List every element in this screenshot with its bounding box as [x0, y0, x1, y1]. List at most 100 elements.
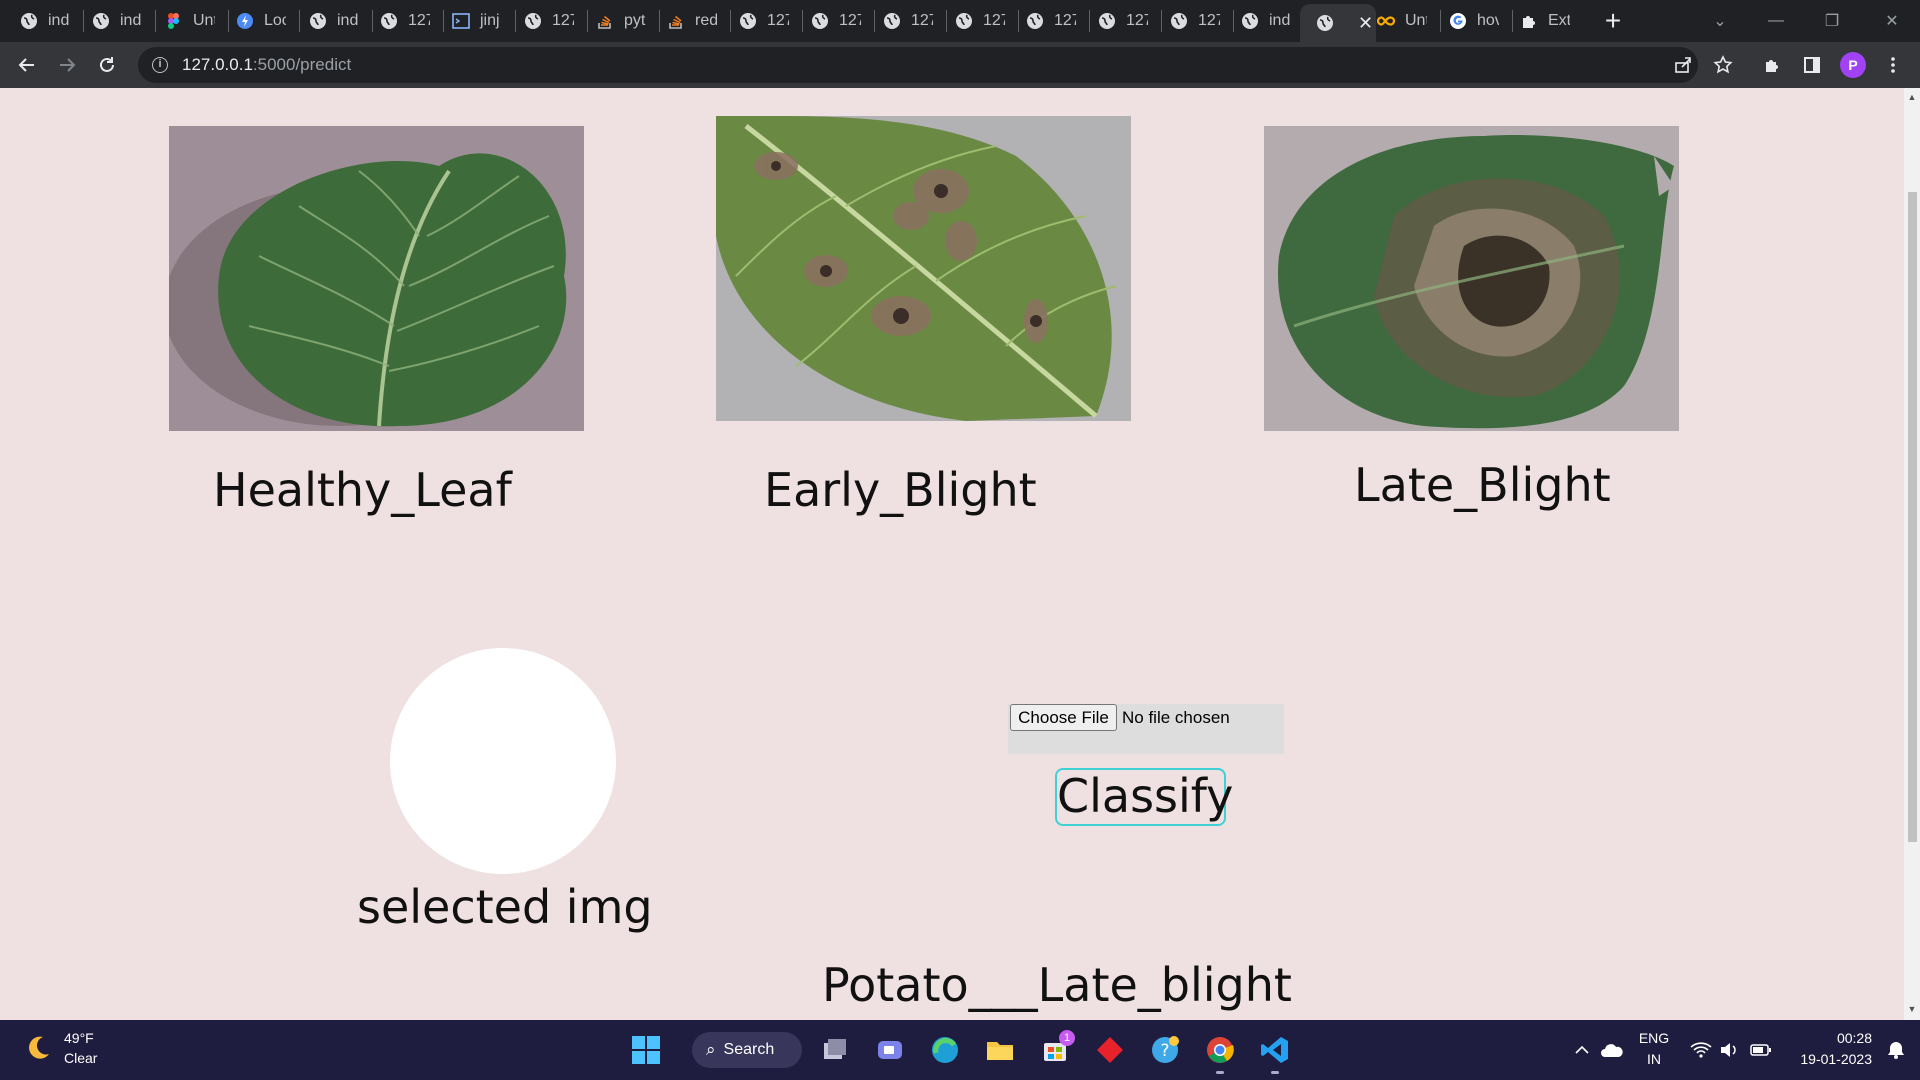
tab-label: 127	[1054, 12, 1076, 29]
python-help-icon[interactable]: ?	[1149, 1034, 1181, 1066]
clock-time[interactable]: 00:28	[1782, 1030, 1872, 1046]
restore-button[interactable]: ❐	[1804, 0, 1860, 42]
vscode-icon[interactable]	[1259, 1034, 1291, 1066]
late-blight-image	[1264, 126, 1679, 431]
globe-icon	[309, 12, 327, 30]
globe-icon	[1170, 12, 1188, 30]
globe-icon	[20, 12, 38, 30]
notifications-bell-icon[interactable]	[1880, 1034, 1912, 1066]
browser-tab[interactable]: Unt	[145, 6, 215, 36]
battery-icon[interactable]	[1745, 1034, 1777, 1066]
browser-tab[interactable]: 127	[1078, 6, 1148, 36]
weather-description[interactable]: Clear	[64, 1050, 97, 1066]
browser-tab[interactable]: ind	[289, 6, 359, 36]
back-arrow-icon[interactable]	[12, 50, 42, 80]
choose-file-button[interactable]: Choose File	[1010, 704, 1117, 731]
taskbar-search-button[interactable]: ⌕ Search	[692, 1032, 802, 1068]
volume-icon[interactable]	[1713, 1034, 1745, 1066]
teams-chat-icon[interactable]	[874, 1034, 906, 1066]
globe-icon	[739, 12, 757, 30]
side-panel-icon[interactable]	[1797, 50, 1827, 80]
early-blight-image	[716, 116, 1131, 421]
page-scrollbar[interactable]: ▲ ▼	[1904, 88, 1920, 1020]
weather-temperature[interactable]: 49°F	[64, 1030, 94, 1046]
tab-label: 127	[983, 12, 1005, 29]
browser-tab[interactable]: hov	[1429, 6, 1499, 36]
tab-search-chevron-icon[interactable]: ⌄	[1692, 0, 1748, 42]
edge-browser-icon[interactable]	[929, 1034, 961, 1066]
store-notification-badge: 1	[1059, 1030, 1075, 1046]
tab-label: ind	[337, 12, 359, 29]
browser-tab[interactable]: pyt	[576, 6, 646, 36]
app-diamond-icon[interactable]	[1094, 1034, 1126, 1066]
healthy-leaf-image	[169, 126, 584, 431]
tab-label: Ext	[1548, 12, 1570, 29]
globe-icon	[955, 12, 973, 30]
clock-date[interactable]: 19-01-2023	[1782, 1051, 1872, 1067]
address-bar[interactable]: i 127.0.0.1:5000/predict	[138, 47, 1698, 83]
browser-tab[interactable]: 127	[360, 6, 430, 36]
globe-icon	[92, 12, 110, 30]
vscode-running-indicator	[1271, 1071, 1279, 1074]
bookmark-star-icon[interactable]	[1708, 50, 1738, 80]
browser-tab[interactable]: 127	[1150, 6, 1220, 36]
google-icon	[1449, 12, 1467, 30]
scroll-up-arrow-icon[interactable]: ▲	[1907, 92, 1917, 102]
onedrive-cloud-icon[interactable]	[1596, 1034, 1628, 1066]
language-code[interactable]: ENG	[1636, 1030, 1672, 1046]
browser-tab[interactable]: 127	[791, 6, 861, 36]
globe-icon	[380, 12, 398, 30]
tab-label: 127	[911, 12, 933, 29]
infinity-icon	[1377, 12, 1395, 30]
tab-label: Unt	[1405, 12, 1427, 29]
browser-tab[interactable]: jinj	[432, 6, 502, 36]
page-viewport: Healthy_Leaf Early_Blight Late_Blight se…	[0, 88, 1904, 1020]
windows-start-icon[interactable]	[630, 1034, 662, 1066]
browser-tab[interactable]: 127	[504, 6, 574, 36]
menu-kebab-icon[interactable]	[1878, 50, 1908, 80]
close-window-button[interactable]: ✕	[1864, 0, 1920, 42]
browser-tab[interactable]: 127	[1006, 6, 1076, 36]
reload-icon[interactable]	[92, 50, 122, 80]
chrome-icon[interactable]	[1204, 1034, 1236, 1066]
prediction-result: Potato___Late_blight	[822, 958, 1292, 1012]
show-hidden-icons-chevron-icon[interactable]	[1566, 1034, 1598, 1066]
url-host: 127.0.0.1	[182, 55, 253, 74]
site-info-icon[interactable]: i	[152, 57, 168, 73]
figma-icon	[165, 12, 183, 30]
browser-tab[interactable]: Unt	[1357, 6, 1427, 36]
file-explorer-icon[interactable]	[984, 1034, 1016, 1066]
new-tab-button[interactable]: +	[1598, 6, 1628, 36]
tab-label: 127	[1126, 12, 1148, 29]
classify-button[interactable]: Classify	[1055, 768, 1233, 826]
browser-tab[interactable]: 127	[719, 6, 789, 36]
tab-label: 127	[408, 12, 430, 29]
scroll-thumb[interactable]	[1908, 192, 1917, 842]
tab-label: ind	[120, 12, 142, 29]
share-icon[interactable]	[1668, 50, 1698, 80]
tab-label: 127	[552, 12, 574, 29]
task-view-icon[interactable]	[819, 1034, 851, 1066]
browser-tab[interactable]: 127	[863, 6, 933, 36]
browser-tab[interactable]: red	[647, 6, 717, 36]
globe-icon	[524, 12, 542, 30]
profile-avatar[interactable]: P	[1840, 52, 1866, 78]
browser-tab[interactable]: 127	[935, 6, 1005, 36]
url-path: :5000/predict	[252, 55, 352, 74]
forward-arrow-icon[interactable]	[52, 50, 82, 80]
browser-tab[interactable]: Ext	[1500, 6, 1570, 36]
moon-weather-icon[interactable]	[22, 1032, 54, 1064]
search-icon: ⌕	[706, 1040, 716, 1059]
scroll-down-arrow-icon[interactable]: ▼	[1907, 1004, 1917, 1014]
tab-label: red	[695, 12, 717, 29]
browser-tab[interactable]: Loc	[216, 6, 286, 36]
stackoverflow-icon	[667, 12, 685, 30]
browser-tab[interactable]: ind	[0, 6, 70, 36]
minimize-button[interactable]: —	[1748, 0, 1804, 42]
region-code[interactable]: IN	[1636, 1051, 1672, 1067]
browser-tab[interactable]: ind	[72, 6, 142, 36]
extensions-puzzle-icon[interactable]	[1757, 50, 1787, 80]
terminal-icon	[452, 12, 470, 30]
browser-tab[interactable]: ind	[1221, 6, 1291, 36]
tab-label: jinj	[480, 12, 500, 29]
